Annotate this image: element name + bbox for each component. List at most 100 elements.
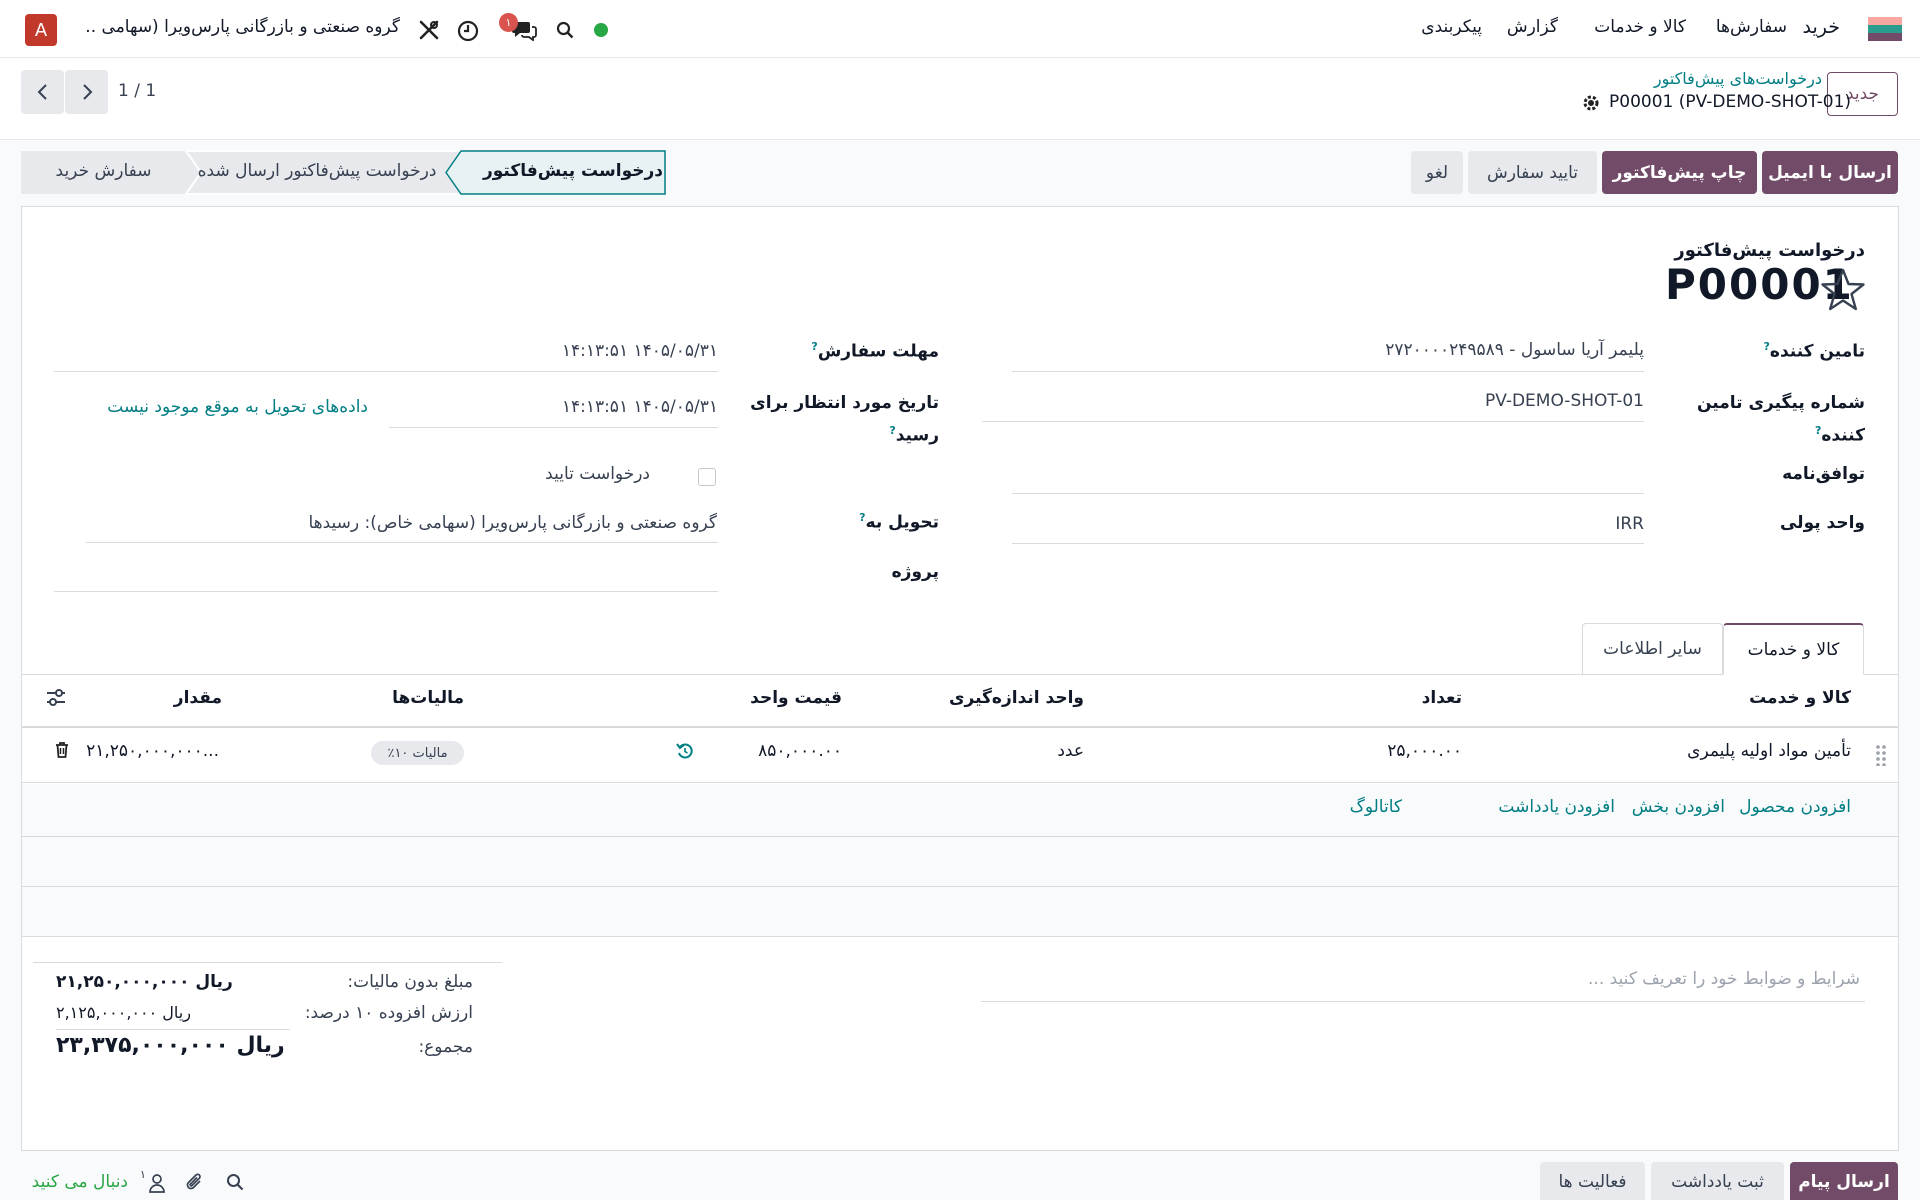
pager-value[interactable]: 1 / 1 <box>118 81 156 101</box>
followers-icon[interactable] <box>148 1173 166 1197</box>
catalog-link[interactable]: کاتالوگ <box>1350 797 1402 817</box>
project-label: پروژه <box>891 562 939 582</box>
pager-next-button[interactable] <box>65 70 108 114</box>
untaxed-amount-value: ریال ۲۱,۲۵۰,۰۰۰,۰۰۰ <box>56 972 233 992</box>
notification-badge: ۱ <box>499 13 518 32</box>
col-header-quantity[interactable]: تعداد <box>1422 688 1462 708</box>
add-product-link[interactable]: افزودن محصول <box>1739 797 1851 817</box>
vat-label: ارزش افزوده ۱۰ درصد: <box>304 1003 473 1023</box>
ask-confirmation-label: درخواست تایید <box>545 464 650 484</box>
project-field[interactable] <box>54 591 718 592</box>
deliver-to-label: تحویل به? <box>859 511 939 533</box>
chevron-left-icon <box>37 84 47 100</box>
tools-icon[interactable] <box>418 19 440 45</box>
log-note-button[interactable]: ثبت یادداشت <box>1651 1162 1784 1200</box>
doc-type-label: درخواست پیش‌فاکتور <box>1674 240 1865 261</box>
drag-handle-icon[interactable] <box>1875 744 1887 770</box>
vendor-label-text: تامین کننده <box>1769 341 1865 362</box>
tab-products[interactable]: کالا و خدمات <box>1723 623 1864 675</box>
menu-orders[interactable]: سفارش‌ها <box>1716 17 1787 37</box>
totals-top-border <box>33 962 502 963</box>
vendor-reference-field[interactable]: PV-DEMO-SHOT-01 <box>1485 391 1644 411</box>
vendor-label: تامین کننده? <box>1764 340 1865 362</box>
terms-underline <box>981 1001 1865 1002</box>
expected-arrival-label: تاریخ مورد انتظار برای رسید? <box>750 390 939 450</box>
ask-confirmation-checkbox[interactable] <box>698 468 716 486</box>
breadcrumb-parent[interactable]: درخواست‌های پیش‌فاکتور <box>1654 69 1822 88</box>
deliver-to-field[interactable]: گروه صنعتی و بازرگانی پارس‌ویرا (سهامی خ… <box>308 513 717 533</box>
line-product[interactable]: تأمین مواد اولیه پلیمری <box>1687 741 1851 761</box>
vendor-ref-label-line1: شماره پیگیری تامین <box>1697 393 1865 413</box>
order-deadline-label-text: مهلت سفارش <box>817 341 939 362</box>
app-name[interactable]: خرید <box>1803 16 1841 38</box>
search-icon[interactable] <box>226 1173 244 1195</box>
add-line-row <box>22 784 1898 837</box>
add-note-link[interactable]: افزودن یادداشت <box>1498 797 1615 817</box>
col-header-amount[interactable]: مقدار <box>174 688 222 708</box>
send-message-button[interactable]: ارسال پیام <box>1790 1162 1898 1200</box>
order-deadline-label: مهلت سفارش? <box>811 340 939 362</box>
tax-badge[interactable]: مالیات ۱۰٪ <box>371 741 464 765</box>
col-header-unit-price[interactable]: قیمت واحد <box>750 688 842 708</box>
currency-label: واحد پولی <box>1779 513 1865 533</box>
line-uom[interactable]: عدد <box>1057 741 1084 761</box>
add-section-link[interactable]: افزودن بخش <box>1632 797 1725 817</box>
vendor-ref-underline <box>982 421 1644 422</box>
deliver-to-underline <box>86 542 718 543</box>
agreement-field[interactable] <box>1012 493 1644 494</box>
print-rfq-button[interactable]: چاپ پیش‌فاکتور <box>1602 151 1757 194</box>
cancel-button[interactable]: لغو <box>1411 151 1463 194</box>
total-label: مجموع: <box>418 1037 473 1057</box>
vendor-ref-label: شماره پیگیری تامین کننده? <box>1697 390 1865 450</box>
price-reset-icon[interactable] <box>676 742 694 764</box>
col-header-product[interactable]: کالا و خدمت <box>1749 688 1851 708</box>
trash-icon[interactable] <box>54 741 70 763</box>
table-row[interactable] <box>22 729 1898 783</box>
star-icon[interactable] <box>1819 267 1867 317</box>
pager-prev-button[interactable] <box>21 70 64 114</box>
menu-reporting[interactable]: گزارش <box>1507 17 1558 37</box>
empty-row <box>22 887 1898 937</box>
expected-arrival-label-line2: رسید? <box>750 417 939 450</box>
send-email-button[interactable]: ارسال با ایمیل <box>1762 151 1898 194</box>
status-step-purchase-order[interactable]: سفارش خرید <box>21 161 186 181</box>
vat-value: ریال ۲,۱۲۵,۰۰۰,۰۰۰ <box>56 1003 191 1022</box>
line-quantity[interactable]: ۲۵,۰۰۰.۰۰ <box>1380 741 1462 761</box>
menu-products[interactable]: کالا و خدمات <box>1594 17 1686 37</box>
clock-icon[interactable] <box>457 20 479 46</box>
order-deadline-field[interactable]: ۱۴۰۵/۰۵/۳۱ ۱۴:۱۳:۵۱ <box>562 341 718 361</box>
online-status-icon <box>594 23 608 37</box>
status-step-rfq[interactable]: درخواست پیش‌فاکتور <box>481 161 665 181</box>
empty-row <box>22 837 1898 887</box>
expected-arrival-field[interactable]: ۱۴۰۵/۰۵/۳۱ ۱۴:۱۳:۵۱ <box>562 397 718 417</box>
confirm-order-button[interactable]: تایید سفارش <box>1468 151 1597 194</box>
statusbar: درخواست پیش‌فاکتور درخواست پیش‌فاکتور ار… <box>21 150 666 195</box>
paperclip-icon[interactable] <box>185 1172 205 1196</box>
on-time-delivery-info: داده‌های تحویل به موقع موجود نیست <box>107 397 368 417</box>
gear-icon[interactable] <box>1582 94 1600 116</box>
search-icon[interactable] <box>556 21 574 43</box>
vendor-ref-label-line2: کننده? <box>1697 417 1865 450</box>
menu-configuration[interactable]: پیکربندی <box>1421 17 1482 37</box>
app-menu-icon[interactable] <box>1868 17 1902 41</box>
vendor-field[interactable]: پلیمر آریا ساسول - ۲۷۲۰۰۰۰۲۴۹۵۸۹ <box>1385 340 1644 360</box>
following-button[interactable]: دنبال می کنید <box>23 1172 128 1192</box>
order-deadline-underline <box>54 371 718 372</box>
line-unit-price[interactable]: ۸۵۰,۰۰۰.۰۰ <box>740 741 842 761</box>
col-header-taxes[interactable]: مالیات‌ها <box>392 688 464 708</box>
record-name: P00001 (PV-DEMO-SHOT-01) <box>1609 92 1852 112</box>
expected-arrival-label-line1: تاریخ مورد انتظار برای <box>750 393 939 413</box>
user-avatar[interactable]: A <box>25 14 57 46</box>
chevron-right-icon <box>82 84 92 100</box>
currency-field[interactable]: IRR <box>1615 514 1644 534</box>
tab-other-info[interactable]: سایر اطلاعات <box>1582 623 1723 674</box>
company-switcher[interactable]: گروه صنعتی و بازرگانی پارس‌ویرا (سهامی .… <box>84 17 400 37</box>
vendor-ref-label-line2-text: کننده <box>1821 425 1865 446</box>
line-amount: ۲۱,۲۵۰,۰۰۰,۰۰۰... <box>86 741 219 761</box>
untaxed-amount-label: مبلغ بدون مالیات: <box>347 972 473 992</box>
activities-button[interactable]: فعالیت ها <box>1540 1162 1645 1200</box>
optional-columns-icon[interactable] <box>46 689 66 711</box>
terms-conditions-input[interactable]: شرایط و ضوابط خود را تعریف کنید ... <box>1588 969 1860 989</box>
status-step-rfq-sent[interactable]: درخواست پیش‌فاکتور ارسال شده <box>187 161 447 181</box>
col-header-uom[interactable]: واحد اندازه‌گیری <box>949 688 1084 708</box>
